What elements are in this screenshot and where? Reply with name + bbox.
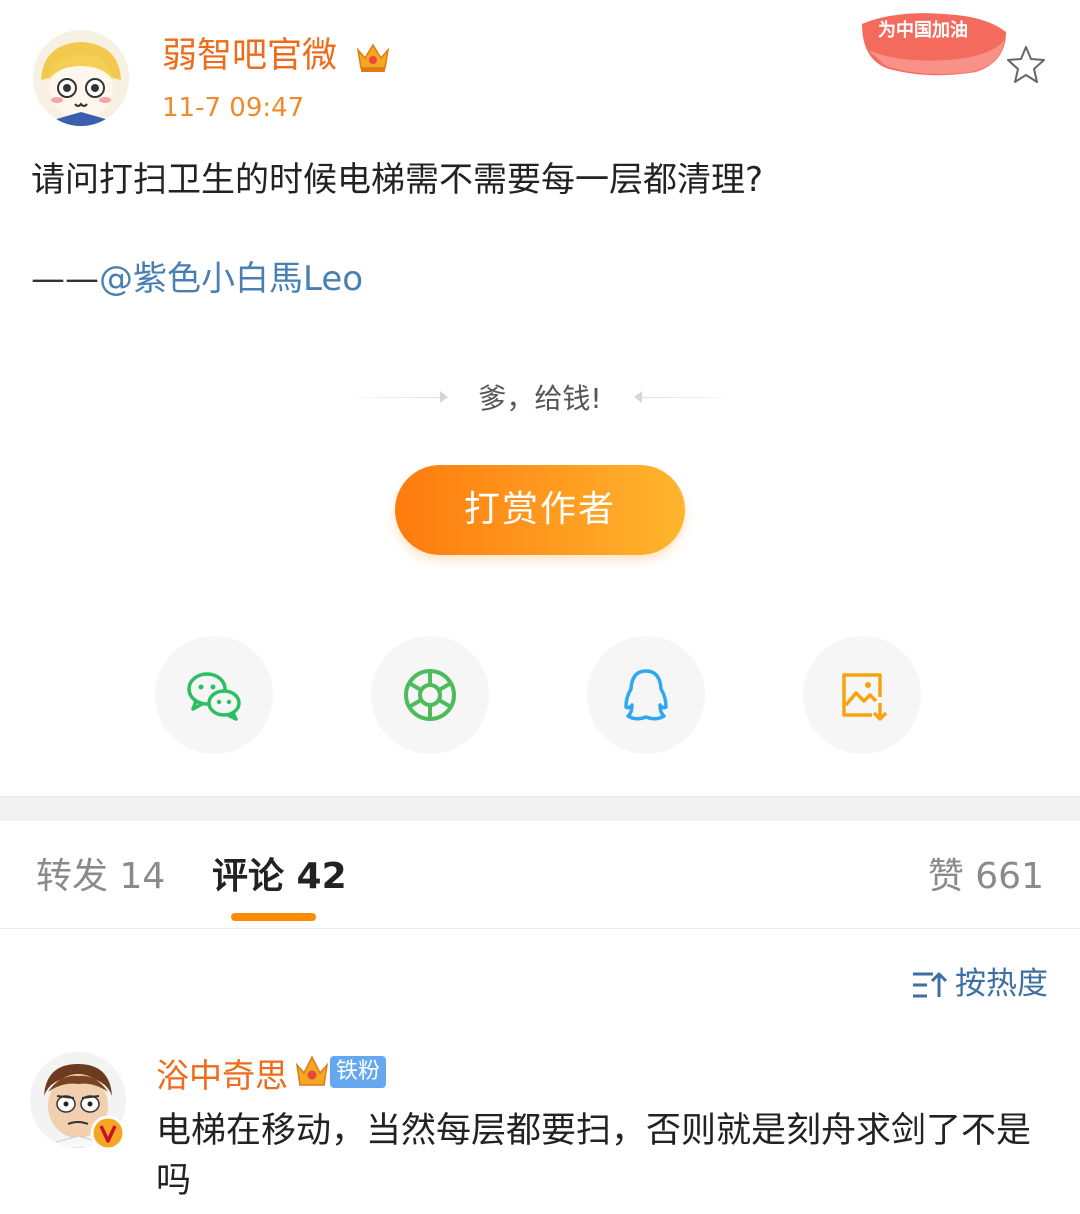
save-image-button[interactable] bbox=[803, 636, 921, 754]
author-name[interactable]: 弱智吧官微 bbox=[162, 34, 337, 78]
share-qq-button[interactable] bbox=[587, 636, 705, 754]
favorite-star-icon[interactable] bbox=[1005, 44, 1047, 84]
tip-author-button[interactable]: 打赏作者 bbox=[395, 465, 685, 555]
tab-likes[interactable]: 赞 661 bbox=[928, 854, 1044, 900]
crown-icon bbox=[355, 40, 391, 74]
commenter-name[interactable]: 浴中奇思 bbox=[156, 1054, 288, 1098]
mention-link[interactable]: @紫色小白馬Leo bbox=[99, 259, 363, 299]
credit-dash: —— bbox=[31, 259, 99, 299]
qq-icon bbox=[624, 669, 668, 721]
reward-label: 爹，给钱! bbox=[478, 382, 602, 415]
moments-icon bbox=[404, 669, 456, 721]
tab-reposts[interactable]: 转发 14 bbox=[36, 854, 165, 900]
divider-right bbox=[636, 397, 741, 398]
share-moments-button[interactable] bbox=[371, 636, 489, 754]
tabs-divider bbox=[0, 928, 1080, 929]
sort-icon bbox=[913, 972, 947, 998]
section-separator bbox=[0, 796, 1080, 821]
sort-label: 按热度 bbox=[955, 966, 1048, 1002]
author-avatar[interactable] bbox=[33, 30, 129, 126]
tab-comments[interactable]: 评论 42 bbox=[212, 854, 347, 900]
sort-by-hot-button[interactable]: 按热度 bbox=[913, 964, 1048, 1004]
share-wechat-button[interactable] bbox=[155, 636, 273, 754]
cheer-badge[interactable]: 为中国加油 bbox=[856, 6, 1012, 80]
badge-text: 为中国加油 bbox=[878, 19, 968, 41]
fan-level-badge: 铁粉 bbox=[330, 1056, 387, 1088]
comment-text: 电梯在移动，当然每层都要扫，否则就是刻舟求剑了不是吗 bbox=[156, 1111, 1032, 1201]
verified-badge-icon bbox=[90, 1115, 126, 1151]
post-text: 请问打扫卫生的时候电梯需不需要每一层都清理? bbox=[31, 160, 764, 200]
post-time: 11-7 09:47 bbox=[162, 93, 305, 123]
post-credit: ——@紫色小白馬Leo bbox=[31, 255, 363, 303]
save-image-icon bbox=[842, 673, 888, 721]
active-tab-indicator bbox=[231, 913, 316, 921]
wechat-icon bbox=[187, 672, 241, 721]
fan-crown-icon bbox=[293, 1051, 331, 1091]
